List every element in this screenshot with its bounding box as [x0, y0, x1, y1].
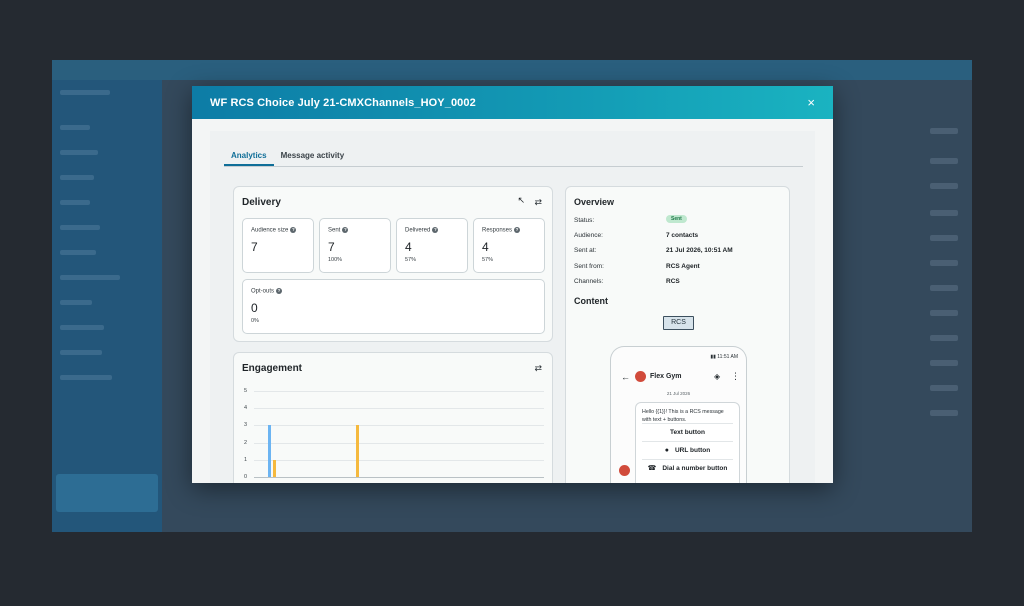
y-tick-label: 5 [244, 388, 248, 394]
stat-label: Opt-outs [251, 288, 275, 295]
overview-label: Channels: [574, 278, 604, 285]
more-vert-icon[interactable]: ⋮ [731, 371, 740, 382]
y-tick-label: 1 [244, 456, 248, 463]
agent-name: Flex Gym [650, 373, 682, 380]
engagement-title: Engagement [242, 363, 303, 374]
stat-opt-outs: Opt-outs? 0 0% [242, 279, 545, 334]
engagement-card: Engagement ⇄ 5 4 3 2 1 0 [233, 352, 553, 483]
stat-percent: 100% [328, 257, 343, 263]
overview-value: RCS Agent [666, 263, 700, 270]
stat-label: Audience size [251, 227, 289, 234]
button-label: URL button [674, 447, 711, 454]
y-tick-label: 2 [244, 439, 248, 446]
overview-card: Overview Status: Sent Audience: 7 contac… [565, 186, 790, 483]
stat-value: 4 [482, 240, 489, 254]
message-date: 21 Jul 2026 [666, 391, 691, 396]
swap-icon[interactable]: ⇄ [534, 197, 542, 208]
back-arrow-icon[interactable]: ← [621, 372, 630, 382]
globe-icon: ● [664, 447, 669, 454]
channel-tag-rcs[interactable]: RCS [663, 316, 694, 330]
dial-button[interactable]: ☎ Dial a number button [642, 459, 733, 476]
modal-header: WF RCS Choice July 21-CMXChannels_HOY_00… [192, 86, 833, 119]
stat-percent: 57% [482, 257, 494, 263]
swap-icon[interactable]: ⇄ [534, 363, 542, 374]
stat-responses: Responses? 4 57% [473, 218, 545, 273]
grid-line [254, 408, 544, 410]
tab-bar: Analytics Message activity [224, 149, 803, 167]
engagement-bar[interactable] [268, 425, 271, 477]
overview-label: Status: [574, 217, 595, 224]
overview-value: 21 Jul 2026, 10:51 AM [666, 247, 733, 254]
modal-body: Analytics Message activity Delivery ↖ ⇄ … [210, 131, 815, 483]
background-sidebar [52, 80, 162, 532]
y-tick-label: 3 [244, 422, 248, 429]
close-icon[interactable]: × [807, 96, 815, 109]
message-text: Hello {{1}}! This is a RCS message with … [642, 409, 724, 423]
modal-title: WF RCS Choice July 21-CMXChannels_HOY_00… [210, 96, 476, 109]
url-button[interactable]: ● URL button [642, 441, 733, 458]
phone-preview: ▮▮ 11:51 AM ← Flex Gym ◈ ⋮ 21 Jul 2026 H… [610, 346, 747, 483]
engagement-chart: 5 4 3 2 1 0 [242, 387, 544, 483]
y-tick-label: 4 [244, 405, 248, 412]
stat-percent: 0% [251, 318, 259, 324]
stat-value: 4 [405, 240, 412, 254]
status-badge: Sent [666, 215, 687, 223]
stat-percent: 57% [405, 257, 417, 263]
message-bubble: Hello {{1}}! This is a RCS message with … [635, 402, 740, 483]
button-label: Text button [670, 429, 705, 436]
content-title: Content [574, 296, 608, 306]
agent-avatar [635, 371, 646, 382]
help-icon[interactable]: ? [432, 227, 439, 233]
phone-icon: ☎ [647, 465, 657, 472]
suggested-reply-button[interactable]: Text button [642, 423, 733, 440]
button-label: Dial a number button [662, 465, 728, 472]
grid-line [254, 391, 544, 392]
stat-audience-size: Audience size? 7 [242, 218, 314, 273]
stat-delivered: Delivered? 4 57% [396, 218, 468, 273]
overview-label: Sent at: [574, 247, 597, 254]
grid-line [254, 477, 544, 478]
mouse-cursor-icon: ↖ [517, 195, 525, 205]
engagement-bar[interactable] [273, 459, 276, 477]
background-topbar [52, 60, 972, 80]
verified-shield-icon: ◈ [714, 372, 721, 381]
stat-label: Delivered [405, 227, 431, 234]
stat-value: 0 [251, 301, 258, 315]
grid-line [254, 459, 544, 461]
grid-line [254, 425, 544, 427]
help-icon[interactable]: ? [276, 288, 283, 294]
stat-sent: Sent? 7 100% [319, 218, 391, 273]
engagement-bar[interactable] [356, 425, 359, 477]
stat-label: Responses [482, 227, 513, 234]
campaign-report-modal: WF RCS Choice July 21-CMXChannels_HOY_00… [192, 86, 833, 483]
overview-value: 7 contacts [666, 232, 699, 239]
tab-analytics[interactable]: Analytics [224, 149, 274, 166]
tab-message-activity[interactable]: Message activity [274, 149, 352, 166]
help-icon[interactable]: ? [342, 227, 349, 233]
agent-avatar [619, 465, 630, 476]
overview-label: Sent from: [574, 263, 604, 270]
y-tick-label: 0 [244, 474, 248, 480]
stat-label: Sent [328, 227, 341, 234]
grid-line [254, 442, 544, 444]
stat-value: 7 [251, 240, 258, 254]
overview-label: Audience: [574, 232, 603, 239]
phone-time: 11:51 AM [717, 354, 738, 360]
delivery-title: Delivery [242, 197, 281, 208]
overview-value: RCS [666, 278, 680, 285]
stat-value: 7 [328, 240, 335, 254]
help-icon[interactable]: ? [514, 227, 521, 233]
overview-title: Overview [574, 197, 615, 207]
help-icon[interactable]: ? [290, 227, 297, 233]
delivery-card: Delivery ↖ ⇄ Audience size? 7 Sent? 7 10… [233, 186, 553, 342]
